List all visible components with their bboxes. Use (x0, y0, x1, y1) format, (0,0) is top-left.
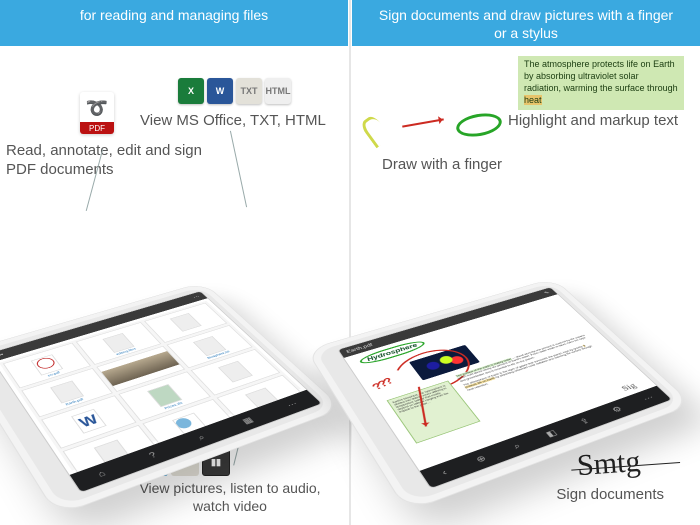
zoom-icon[interactable]: ⊕ (471, 453, 491, 466)
left-panel-header: for reading and managing files (0, 0, 348, 46)
more-icon[interactable]: ⋯ (639, 393, 658, 404)
question-marks-annotation: ??? (369, 376, 395, 392)
red-arrow-icon (402, 118, 444, 127)
html-icon: HTML (265, 78, 291, 104)
highlight-sample: The atmosphere protects life on Earth by… (518, 56, 684, 110)
pdf-icon: ➰ PDF (80, 92, 114, 134)
more-icon[interactable]: ⋯ (283, 399, 302, 410)
sign-caption: Sign documents (556, 486, 664, 505)
pdf-caption-text: Read, annotate, edit and sign PDF docume… (6, 142, 202, 178)
feature-panel-files: for reading and managing files ➰ PDF Rea… (0, 0, 348, 525)
right-panel-header-text: Sign documents and draw pictures with a … (379, 7, 673, 41)
office-caption: View MS Office, TXT, HTML (140, 112, 326, 131)
signature-sample: Smtg (576, 445, 642, 483)
draw-caption: Draw with a finger (382, 156, 502, 175)
wifi-icon[interactable]: ⌂ (92, 467, 112, 480)
share-icon[interactable]: ⇪ (575, 416, 594, 427)
highlight-caption: Highlight and markup text (508, 112, 678, 131)
feature-panel-sign: Sign documents and draw pictures with a … (352, 0, 700, 525)
highlight-sample-text: The atmosphere protects life on Earth by… (524, 59, 678, 93)
right-panel-header: Sign documents and draw pictures with a … (352, 0, 700, 46)
office-caption-text: View MS Office, TXT, HTML (140, 112, 326, 129)
back-icon[interactable]: ‹ (434, 466, 454, 479)
excel-icon: X (178, 78, 204, 104)
txt-icon: TXT (236, 78, 262, 104)
grid-icon[interactable]: ▦ (238, 415, 257, 426)
media-caption-text: View pictures, listen to audio, watch vi… (139, 480, 320, 514)
word-icon: W (207, 78, 233, 104)
sign-caption-text: Sign documents (556, 486, 664, 503)
lead-line (230, 131, 247, 208)
phone-screen: •••⋯ err.pdf editing.files Earth.pdf Bio… (0, 291, 321, 492)
media-caption: View pictures, listen to audio, watch vi… (130, 480, 330, 515)
panel-divider (349, 0, 351, 525)
yellow-mark-icon (359, 114, 391, 149)
bookmark-icon[interactable]: ◧ (542, 428, 561, 440)
help-icon[interactable]: ? (143, 449, 162, 461)
gear-icon[interactable]: ⚙ (608, 404, 627, 415)
left-panel-header-text: for reading and managing files (80, 7, 268, 23)
search-icon[interactable]: ⌕ (507, 440, 526, 452)
draw-caption-text: Draw with a finger (382, 156, 502, 173)
highlight-sample-alt: heat (524, 95, 542, 105)
office-icon-row: X W TXT HTML (178, 78, 291, 104)
highlight-caption-text: Highlight and markup text (508, 112, 678, 129)
search-icon[interactable]: ⌕ (192, 432, 211, 444)
pdf-badge: PDF (80, 122, 114, 134)
green-oval-icon (454, 110, 503, 140)
pdf-caption: Read, annotate, edit and sign PDF docume… (6, 142, 226, 180)
doc-signature: Sig (619, 382, 639, 394)
